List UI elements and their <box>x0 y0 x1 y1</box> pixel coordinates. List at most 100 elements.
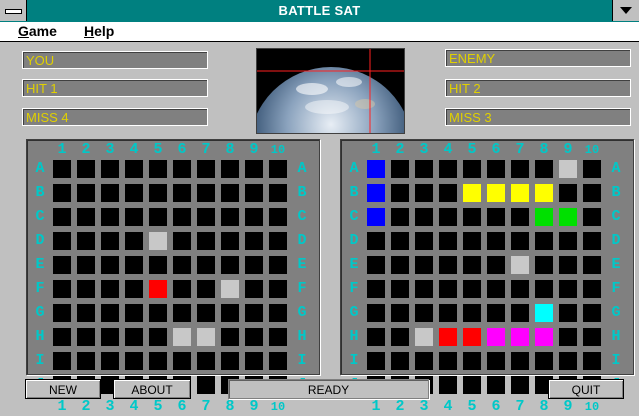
player-grid-cell[interactable] <box>125 232 143 250</box>
enemy-grid-cell[interactable] <box>487 184 505 202</box>
player-grid-cell[interactable] <box>77 160 95 178</box>
enemy-grid-cell[interactable] <box>535 232 553 250</box>
enemy-grid-cell[interactable] <box>463 256 481 274</box>
player-grid-cell[interactable] <box>125 160 143 178</box>
player-grid-cell[interactable] <box>53 280 71 298</box>
enemy-grid-cell[interactable] <box>511 208 529 226</box>
player-grid-cell[interactable] <box>101 184 119 202</box>
enemy-grid-cell[interactable] <box>559 160 577 178</box>
enemy-grid-cell[interactable] <box>487 280 505 298</box>
enemy-grid-cell[interactable] <box>415 208 433 226</box>
enemy-grid-cell[interactable] <box>463 280 481 298</box>
player-grid-cell[interactable] <box>149 304 167 322</box>
enemy-grid-cell[interactable] <box>463 160 481 178</box>
player-grid-cell[interactable] <box>221 160 239 178</box>
player-grid-cell[interactable] <box>269 256 287 274</box>
enemy-grid-cell[interactable] <box>559 280 577 298</box>
enemy-grid-cell[interactable] <box>559 232 577 250</box>
enemy-grid-cell[interactable] <box>511 256 529 274</box>
player-grid-cell[interactable] <box>173 352 191 370</box>
player-grid-cell[interactable] <box>221 184 239 202</box>
enemy-grid-cell[interactable] <box>511 184 529 202</box>
enemy-grid-cell[interactable] <box>463 352 481 370</box>
menu-help[interactable]: Help <box>84 23 114 39</box>
enemy-grid-cell[interactable] <box>559 208 577 226</box>
player-grid-cell[interactable] <box>77 256 95 274</box>
player-grid-cell[interactable] <box>101 280 119 298</box>
enemy-grid-cell[interactable] <box>439 208 457 226</box>
enemy-grid-cell[interactable] <box>535 352 553 370</box>
enemy-grid-cell[interactable] <box>559 184 577 202</box>
player-grid-cell[interactable] <box>245 160 263 178</box>
enemy-grid-cell[interactable] <box>535 184 553 202</box>
player-grid-cell[interactable] <box>125 280 143 298</box>
player-grid-cell[interactable] <box>101 208 119 226</box>
enemy-grid-cell[interactable] <box>439 232 457 250</box>
enemy-grid-cell[interactable] <box>415 232 433 250</box>
player-grid-cell[interactable] <box>197 328 215 346</box>
player-grid-cell[interactable] <box>269 304 287 322</box>
enemy-grid-cell[interactable] <box>583 328 601 346</box>
player-grid-cell[interactable] <box>125 352 143 370</box>
player-grid-cell[interactable] <box>221 352 239 370</box>
enemy-grid-cell[interactable] <box>583 352 601 370</box>
enemy-grid-cell[interactable] <box>439 328 457 346</box>
player-grid-cell[interactable] <box>269 160 287 178</box>
enemy-grid-cell[interactable] <box>535 160 553 178</box>
player-grid-cell[interactable] <box>269 208 287 226</box>
player-grid-cell[interactable] <box>53 184 71 202</box>
enemy-grid-cell[interactable] <box>391 232 409 250</box>
player-grid-cell[interactable] <box>77 232 95 250</box>
player-grid-cell[interactable] <box>149 352 167 370</box>
enemy-grid-cell[interactable] <box>463 232 481 250</box>
player-grid-cell[interactable] <box>197 184 215 202</box>
enemy-grid-cell[interactable] <box>535 256 553 274</box>
player-grid-cell[interactable] <box>53 256 71 274</box>
player-grid-cell[interactable] <box>221 280 239 298</box>
player-grid-cell[interactable] <box>53 328 71 346</box>
player-grid-cell[interactable] <box>125 304 143 322</box>
enemy-grid-cell[interactable] <box>439 280 457 298</box>
enemy-grid-cell[interactable] <box>391 160 409 178</box>
enemy-grid-cell[interactable] <box>415 184 433 202</box>
player-grid-cell[interactable] <box>77 184 95 202</box>
enemy-grid-cell[interactable] <box>535 208 553 226</box>
player-grid-cell[interactable] <box>53 160 71 178</box>
player-grid-cell[interactable] <box>245 208 263 226</box>
player-grid-cell[interactable] <box>221 304 239 322</box>
player-grid-cell[interactable] <box>197 304 215 322</box>
enemy-grid-cell[interactable] <box>511 160 529 178</box>
enemy-grid-cell[interactable] <box>511 280 529 298</box>
enemy-grid-cell[interactable] <box>559 256 577 274</box>
player-grid-cell[interactable] <box>125 328 143 346</box>
enemy-grid-cell[interactable] <box>583 232 601 250</box>
player-grid-cell[interactable] <box>245 280 263 298</box>
player-grid-cell[interactable] <box>269 328 287 346</box>
quit-button[interactable]: QUIT <box>548 379 624 399</box>
enemy-grid-cell[interactable] <box>439 184 457 202</box>
player-grid-cell[interactable] <box>101 352 119 370</box>
player-grid-cell[interactable] <box>173 160 191 178</box>
enemy-grid-cell[interactable] <box>487 256 505 274</box>
enemy-grid-cell[interactable] <box>463 184 481 202</box>
minimize-button[interactable] <box>612 0 639 21</box>
enemy-grid-cell[interactable] <box>487 304 505 322</box>
player-grid-cell[interactable] <box>245 328 263 346</box>
enemy-grid-cell[interactable] <box>415 352 433 370</box>
player-grid-cell[interactable] <box>149 208 167 226</box>
enemy-grid-cell[interactable] <box>463 304 481 322</box>
enemy-grid-cell[interactable] <box>391 184 409 202</box>
enemy-grid-cell[interactable] <box>559 352 577 370</box>
player-grid-cell[interactable] <box>53 304 71 322</box>
player-grid-cell[interactable] <box>125 208 143 226</box>
enemy-grid-cell[interactable] <box>391 280 409 298</box>
enemy-grid-cell[interactable] <box>439 376 457 394</box>
player-grid-cell[interactable] <box>245 232 263 250</box>
enemy-grid-cell[interactable] <box>583 160 601 178</box>
player-grid-cell[interactable] <box>101 160 119 178</box>
enemy-grid-cell[interactable] <box>487 328 505 346</box>
player-grid-cell[interactable] <box>173 208 191 226</box>
enemy-grid-cell[interactable] <box>415 328 433 346</box>
player-grid-cell[interactable] <box>149 160 167 178</box>
player-grid-cell[interactable] <box>173 280 191 298</box>
